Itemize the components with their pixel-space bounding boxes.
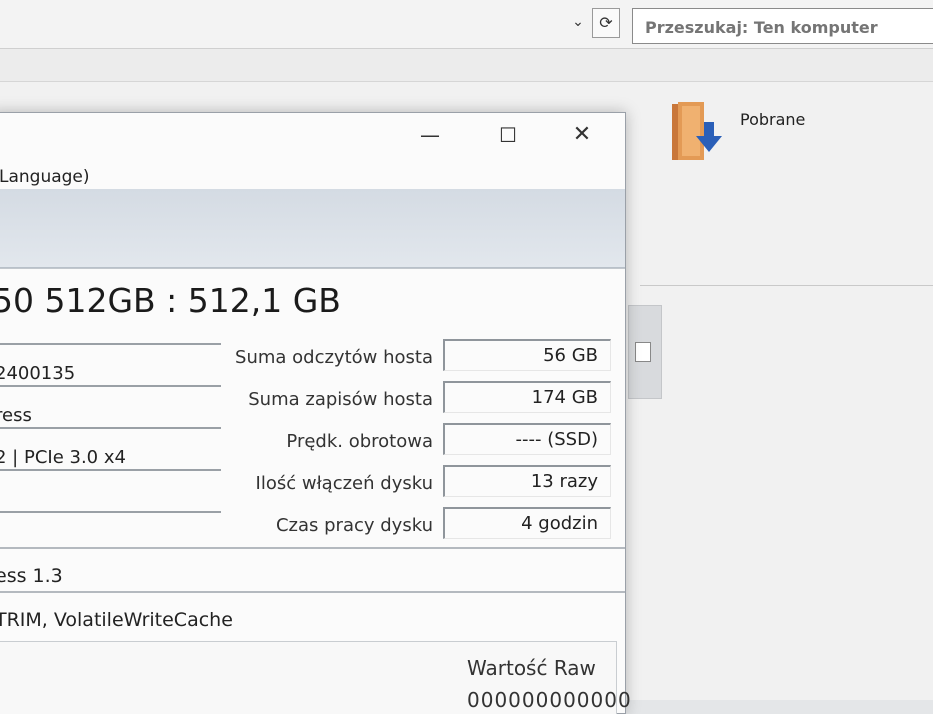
left-field-value: 2400135: [0, 363, 76, 384]
smart-table: Wartość Raw 000000000000: [0, 641, 631, 714]
stat-value: 4 godzin: [443, 507, 611, 539]
minimize-icon[interactable]: —: [403, 113, 457, 157]
stat-value: 174 GB: [443, 381, 611, 413]
left-field-value: ress: [0, 405, 32, 426]
drive-selector-band: [0, 189, 625, 269]
stat-label: Suma odczytów hosta: [235, 347, 433, 368]
column-header-raw-value[interactable]: Wartość Raw: [467, 656, 596, 680]
section-divider: [0, 591, 625, 593]
stat-host-writes: Suma zapisów hosta 174 GB: [221, 381, 611, 417]
folder-item-downloads[interactable]: Pobrane: [668, 100, 828, 170]
left-field-row: [0, 489, 221, 513]
downloads-folder-icon: [672, 102, 722, 160]
search-input[interactable]: [633, 9, 933, 45]
explorer-ribbon-strip: [0, 49, 933, 82]
close-icon[interactable]: ✕: [555, 113, 609, 157]
maximize-icon[interactable]: ☐: [481, 113, 535, 157]
drive-title: 350 512GB : 512,1 GB: [0, 281, 341, 320]
stat-rotation-rate: Prędk. obrotowa ---- (SSD): [221, 423, 611, 459]
left-field-row: 2400135: [0, 363, 221, 387]
stat-label: Czas pracy dysku: [275, 515, 433, 536]
stat-label: Suma zapisów hosta: [248, 389, 433, 410]
pane-divider: [640, 285, 933, 286]
left-field-row: [0, 321, 221, 345]
stat-label: Prędk. obrotowa: [286, 431, 433, 452]
features-value: TRIM, VolatileWriteCache: [0, 609, 233, 631]
chevron-down-icon[interactable]: ⌄: [566, 10, 590, 34]
stat-power-on-hours: Czas pracy dysku 4 godzin: [221, 507, 611, 543]
partial-panel: [628, 305, 662, 399]
smart-raw-cell: 000000000000: [467, 688, 632, 712]
stat-label: Ilość włączeń dysku: [255, 473, 433, 494]
menu-bar: Language): [0, 157, 625, 189]
section-divider: [0, 547, 625, 549]
explorer-address-bar: ⌄ ⟳: [0, 0, 933, 49]
stat-value: 13 razy: [443, 465, 611, 497]
drive-info-window: — ☐ ✕ Language) 350 512GB : 512,1 GB 240…: [0, 112, 631, 714]
menu-item-language[interactable]: Language): [0, 167, 90, 187]
folder-label: Pobrane: [740, 110, 806, 129]
stat-value: 56 GB: [443, 339, 611, 371]
standard-value: ess 1.3: [0, 565, 63, 587]
stat-value: ---- (SSD): [443, 423, 611, 455]
checkbox-fragment: [635, 342, 651, 362]
left-field-row: ress: [0, 405, 221, 429]
title-divider: [0, 268, 625, 269]
stat-power-on-count: Ilość włączeń dysku 13 razy: [221, 465, 611, 501]
stat-host-reads: Suma odczytów hosta 56 GB: [221, 339, 611, 375]
left-field-value: 2 | PCIe 3.0 x4: [0, 447, 126, 468]
refresh-icon[interactable]: ⟳: [592, 8, 620, 38]
left-field-row: 2 | PCIe 3.0 x4: [0, 447, 221, 471]
search-box[interactable]: [632, 8, 933, 45]
